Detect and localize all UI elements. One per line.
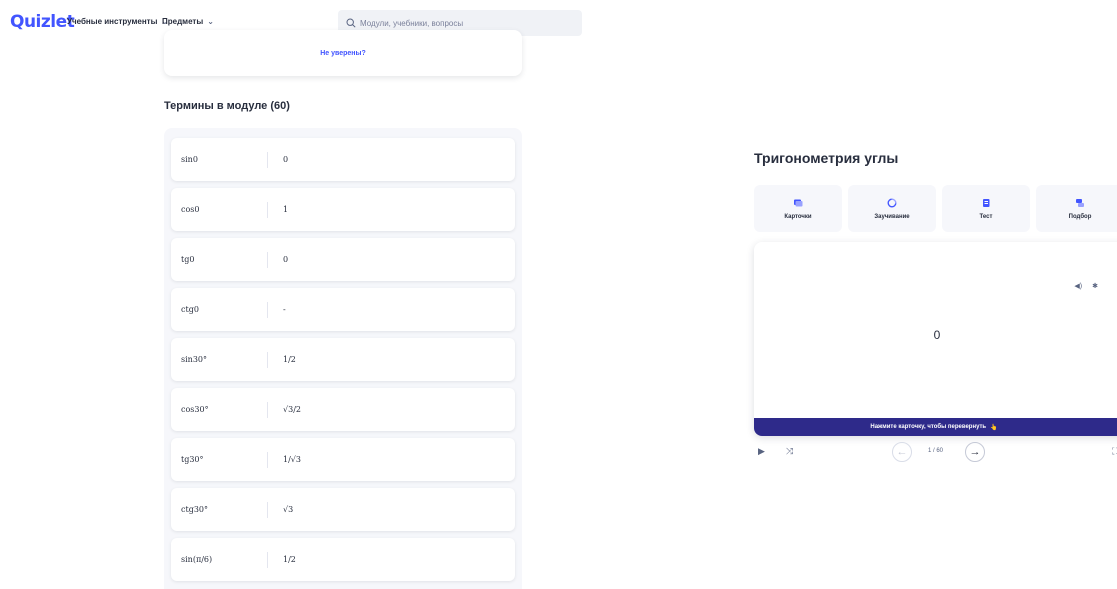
flashcard-controls: ▶ ⤨ ← 1 / 60 → ⛶: [754, 442, 1117, 464]
term-row[interactable]: tg0 0: [171, 238, 515, 281]
term-divider: [267, 502, 268, 518]
term-text: cos0: [181, 205, 200, 214]
term-divider: [267, 402, 268, 418]
term-row[interactable]: sin0 0: [171, 138, 515, 181]
flip-hint-banner: Нажмите карточку, чтобы перевернуть 👆: [754, 418, 1117, 436]
term-divider: [267, 302, 268, 318]
card-counter: 1 / 60: [928, 448, 944, 454]
term-divider: [267, 352, 268, 368]
study-modes: Карточки Заучивание Тест Подбор: [754, 185, 1117, 232]
nav-subjects-label: Предметы: [162, 17, 204, 26]
definition-text: -: [283, 305, 286, 314]
arrow-left-icon: ←: [896, 446, 908, 458]
play-icon[interactable]: ▶: [758, 446, 765, 457]
definition-text: 1: [283, 205, 289, 214]
mode-label: Подбор: [1068, 213, 1092, 220]
mode-label: Заучивание: [874, 213, 910, 220]
terms-section-title: Термины в модуле (60): [164, 100, 290, 112]
definition-text: 1/√3: [283, 455, 301, 464]
term-row[interactable]: sin30° 1/2: [171, 338, 515, 381]
shuffle-icon[interactable]: ⤨: [786, 446, 793, 457]
cards-icon: [794, 199, 803, 206]
term-divider: [267, 552, 268, 568]
previous-card-button[interactable]: ←: [892, 442, 912, 462]
term-row[interactable]: cos30° √3/2: [171, 388, 515, 431]
term-divider: [267, 452, 268, 468]
learn-icon: [887, 198, 897, 207]
term-text: ctg30°: [181, 505, 208, 514]
chevron-down-icon: ⌄: [207, 17, 214, 26]
mode-learn-button[interactable]: Заучивание: [848, 185, 936, 232]
search-icon: [346, 18, 356, 28]
term-row[interactable]: sin(π/6) 1/2: [171, 538, 515, 581]
term-row[interactable]: ctg30° √3: [171, 488, 515, 531]
flashcard[interactable]: ◀) ✱ 0 Нажмите карточку, чтобы переверну…: [754, 242, 1117, 436]
definition-text: 0: [283, 155, 289, 164]
term-text: sin0: [181, 155, 198, 164]
flip-hint-text: Нажмите карточку, чтобы перевернуть: [870, 424, 987, 430]
nav-study-tools[interactable]: Учебные инструменты ⌄: [67, 17, 168, 26]
definition-text: √3: [283, 505, 294, 514]
term-row[interactable]: tg30° 1/√3: [171, 438, 515, 481]
fullscreen-icon[interactable]: ⛶: [1112, 446, 1117, 457]
not-sure-link[interactable]: Не уверены?: [164, 50, 522, 57]
mode-match-button[interactable]: Подбор: [1036, 185, 1117, 232]
next-card-button[interactable]: →: [965, 442, 985, 462]
mode-label: Карточки: [784, 213, 812, 220]
set-title: Тригонометрия углы: [754, 150, 899, 166]
pointing-hand-icon: 👆: [990, 424, 998, 431]
term-divider: [267, 152, 268, 168]
mode-label: Тест: [979, 213, 993, 220]
card-toolbar: ◀) ✱: [1074, 282, 1098, 290]
term-text: sin30°: [181, 355, 207, 364]
term-row[interactable]: ctg0 -: [171, 288, 515, 331]
match-icon: [1076, 198, 1084, 207]
search-input[interactable]: [360, 18, 570, 28]
term-text: ctg0: [181, 305, 199, 314]
audio-icon[interactable]: ◀): [1074, 282, 1082, 290]
mode-flashcards-button[interactable]: Карточки: [754, 185, 842, 232]
term-text: cos30°: [181, 405, 209, 414]
term-text: tg30°: [181, 455, 204, 464]
term-text: sin(π/6): [181, 555, 213, 564]
flashcard-term: 0: [933, 328, 941, 342]
term-divider: [267, 202, 268, 218]
quizlet-logo[interactable]: Quizlet: [10, 12, 75, 32]
test-icon: [983, 198, 990, 207]
definition-text: 0: [283, 255, 289, 264]
term-divider: [267, 252, 268, 268]
nav-study-tools-label: Учебные инструменты: [67, 17, 158, 26]
arrow-right-icon: →: [969, 446, 981, 458]
self-assessment-card: Не уверены?: [164, 30, 522, 76]
definition-text: √3/2: [283, 405, 301, 414]
mode-test-button[interactable]: Тест: [942, 185, 1030, 232]
term-row[interactable]: cos0 1: [171, 188, 515, 231]
star-icon[interactable]: ✱: [1092, 282, 1098, 290]
terms-list: sin0 0 cos0 1 tg0 0 ctg0 - sin30° 1/2 co…: [164, 128, 522, 589]
nav-subjects[interactable]: Предметы ⌄: [162, 17, 214, 26]
definition-text: 1/2: [283, 555, 296, 564]
term-text: tg0: [181, 255, 195, 264]
definition-text: 1/2: [283, 355, 296, 364]
